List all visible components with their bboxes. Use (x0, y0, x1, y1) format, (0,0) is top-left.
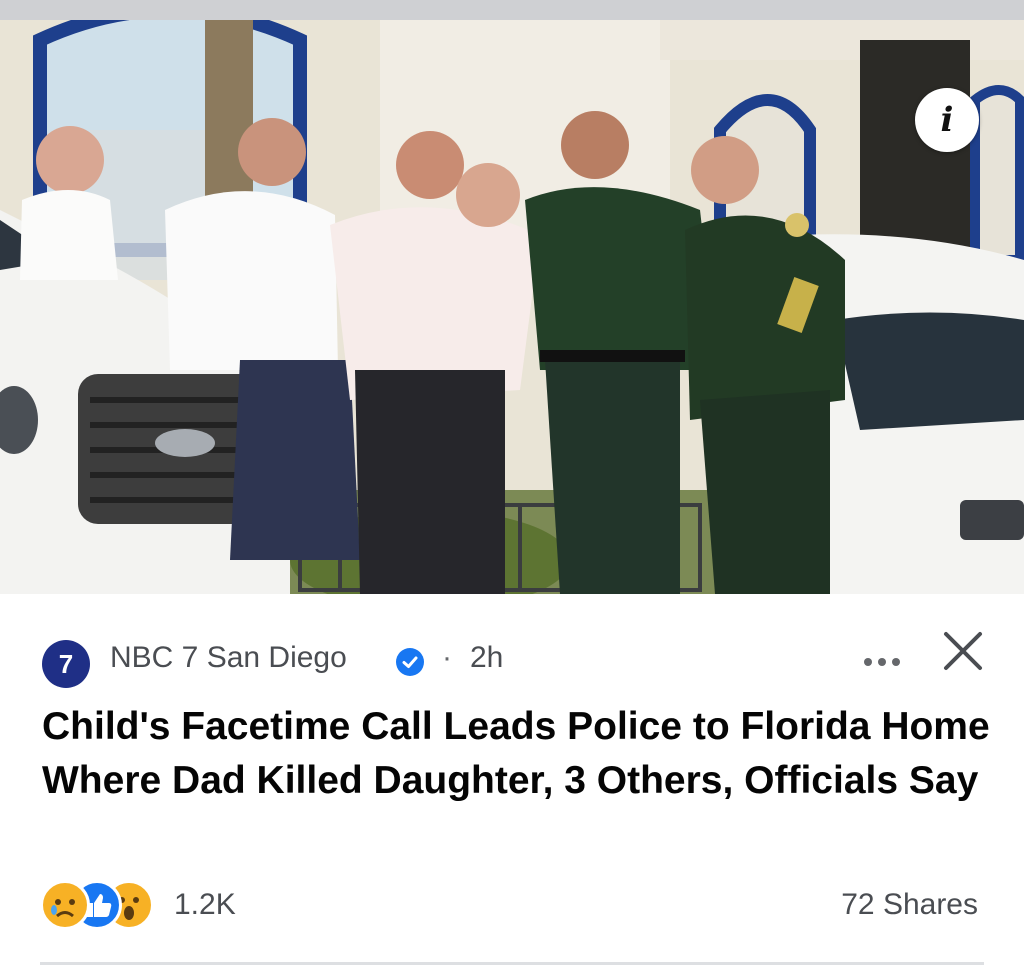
source-logo-text: 7 (58, 648, 74, 679)
post-meta: 7 NBC 7 San Diego · 2h (42, 632, 988, 688)
close-icon (944, 632, 982, 670)
more-dot-icon (892, 658, 900, 666)
more-dot-icon (864, 658, 872, 666)
police-scene-image (0, 20, 1024, 594)
share-count[interactable]: 72 Shares (841, 888, 978, 922)
post-headline[interactable]: Child's Facetime Call Leads Police to Fl… (42, 700, 992, 808)
news-photo[interactable]: i (0, 20, 1024, 594)
status-bar (0, 0, 1024, 20)
reaction-count[interactable]: 1.2K (174, 888, 236, 922)
post-timestamp[interactable]: 2h (470, 641, 503, 675)
source-name[interactable]: NBC 7 San Diego (110, 641, 347, 675)
verified-badge-icon (396, 648, 424, 676)
info-button[interactable]: i (915, 88, 979, 152)
separator-dot: · (442, 641, 452, 674)
reactions-bar: 1.2K 72 Shares (40, 880, 984, 930)
more-options-button[interactable] (862, 646, 902, 676)
info-icon: i (940, 100, 954, 140)
source-logo[interactable]: 7 (42, 640, 90, 688)
sad-reaction-icon[interactable] (40, 880, 90, 930)
close-button[interactable] (938, 626, 988, 676)
more-dot-icon (878, 658, 886, 666)
divider (40, 962, 984, 965)
